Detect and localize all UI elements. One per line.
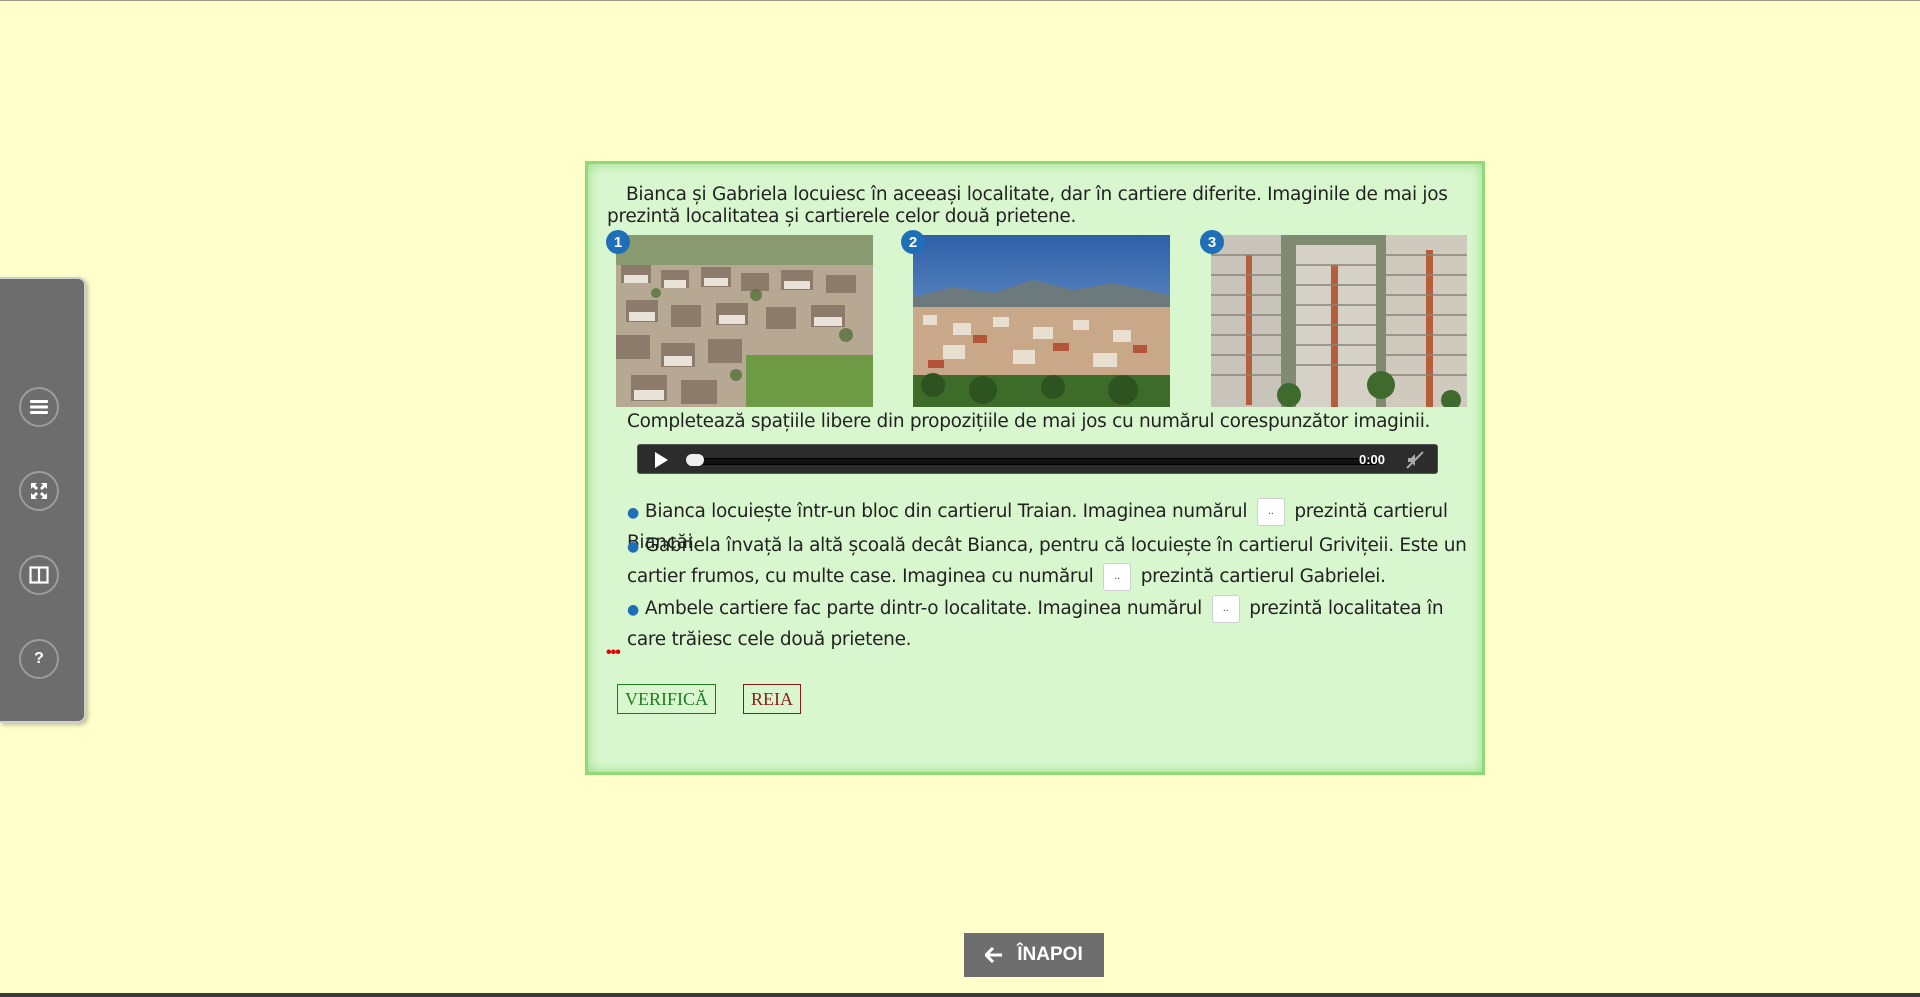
help-icon: ? — [34, 650, 44, 667]
arrow-left-icon — [985, 947, 1003, 963]
audio-progress-handle[interactable] — [686, 454, 704, 466]
answer-blank-3[interactable]: .. — [1211, 595, 1240, 623]
menu-icon — [30, 400, 48, 414]
image-number-2: 2 — [901, 230, 925, 254]
intro-text: Bianca și Gabriela locuiesc în aceeași l… — [607, 184, 1448, 227]
image-apartment-blocks — [1211, 235, 1467, 407]
audio-player: 0:00 — [637, 444, 1438, 474]
answer-blank-1[interactable]: .. — [1256, 498, 1285, 526]
play-icon[interactable] — [652, 451, 670, 469]
split-view-icon — [29, 566, 49, 584]
bullet-icon: ● — [627, 505, 639, 521]
help-button[interactable]: ? — [19, 639, 59, 679]
instruction-text: Completează spațiile libere din propoziț… — [627, 411, 1431, 432]
back-button[interactable]: ÎNAPOI — [964, 933, 1104, 977]
tools-sidebar: ? — [0, 277, 86, 723]
reset-button[interactable]: REIA — [743, 684, 801, 714]
sentence-3-before: Ambele cartiere fac parte dintr-o locali… — [644, 598, 1203, 619]
sentence-3: ● Ambele cartiere fac parte dintr-o local… — [627, 594, 1467, 654]
split-view-button[interactable] — [19, 555, 59, 595]
sentence-2-after: prezintă cartierul Gabrielei. — [1140, 566, 1386, 587]
image-number-3: 3 — [1200, 230, 1224, 254]
fullscreen-button[interactable] — [19, 471, 59, 511]
back-label: ÎNAPOI — [1017, 944, 1083, 965]
bottom-bar — [0, 993, 1920, 997]
sentence-1-before: Bianca locuiește într-un bloc din cartie… — [644, 501, 1248, 522]
verify-button[interactable]: VERIFICĂ — [617, 684, 717, 714]
sentence-2: ● Gabriela învață la altă școală decât Bi… — [627, 531, 1467, 591]
audio-progress-track[interactable] — [686, 458, 1378, 465]
attempt-indicator: ••• — [606, 644, 621, 661]
menu-button[interactable] — [19, 387, 59, 427]
bullet-icon: ● — [627, 539, 639, 555]
fullscreen-icon — [31, 483, 47, 499]
image-suburban-houses — [616, 235, 873, 407]
exercise-card: Bianca și Gabriela locuiesc în aceeași l… — [585, 161, 1485, 775]
answer-blank-2[interactable]: .. — [1103, 563, 1132, 591]
audio-time: 0:00 — [1359, 452, 1386, 467]
bullet-icon: ● — [627, 602, 639, 618]
volume-muted-icon[interactable] — [1406, 451, 1424, 469]
image-city-panorama — [913, 235, 1170, 407]
image-number-1: 1 — [606, 230, 630, 254]
